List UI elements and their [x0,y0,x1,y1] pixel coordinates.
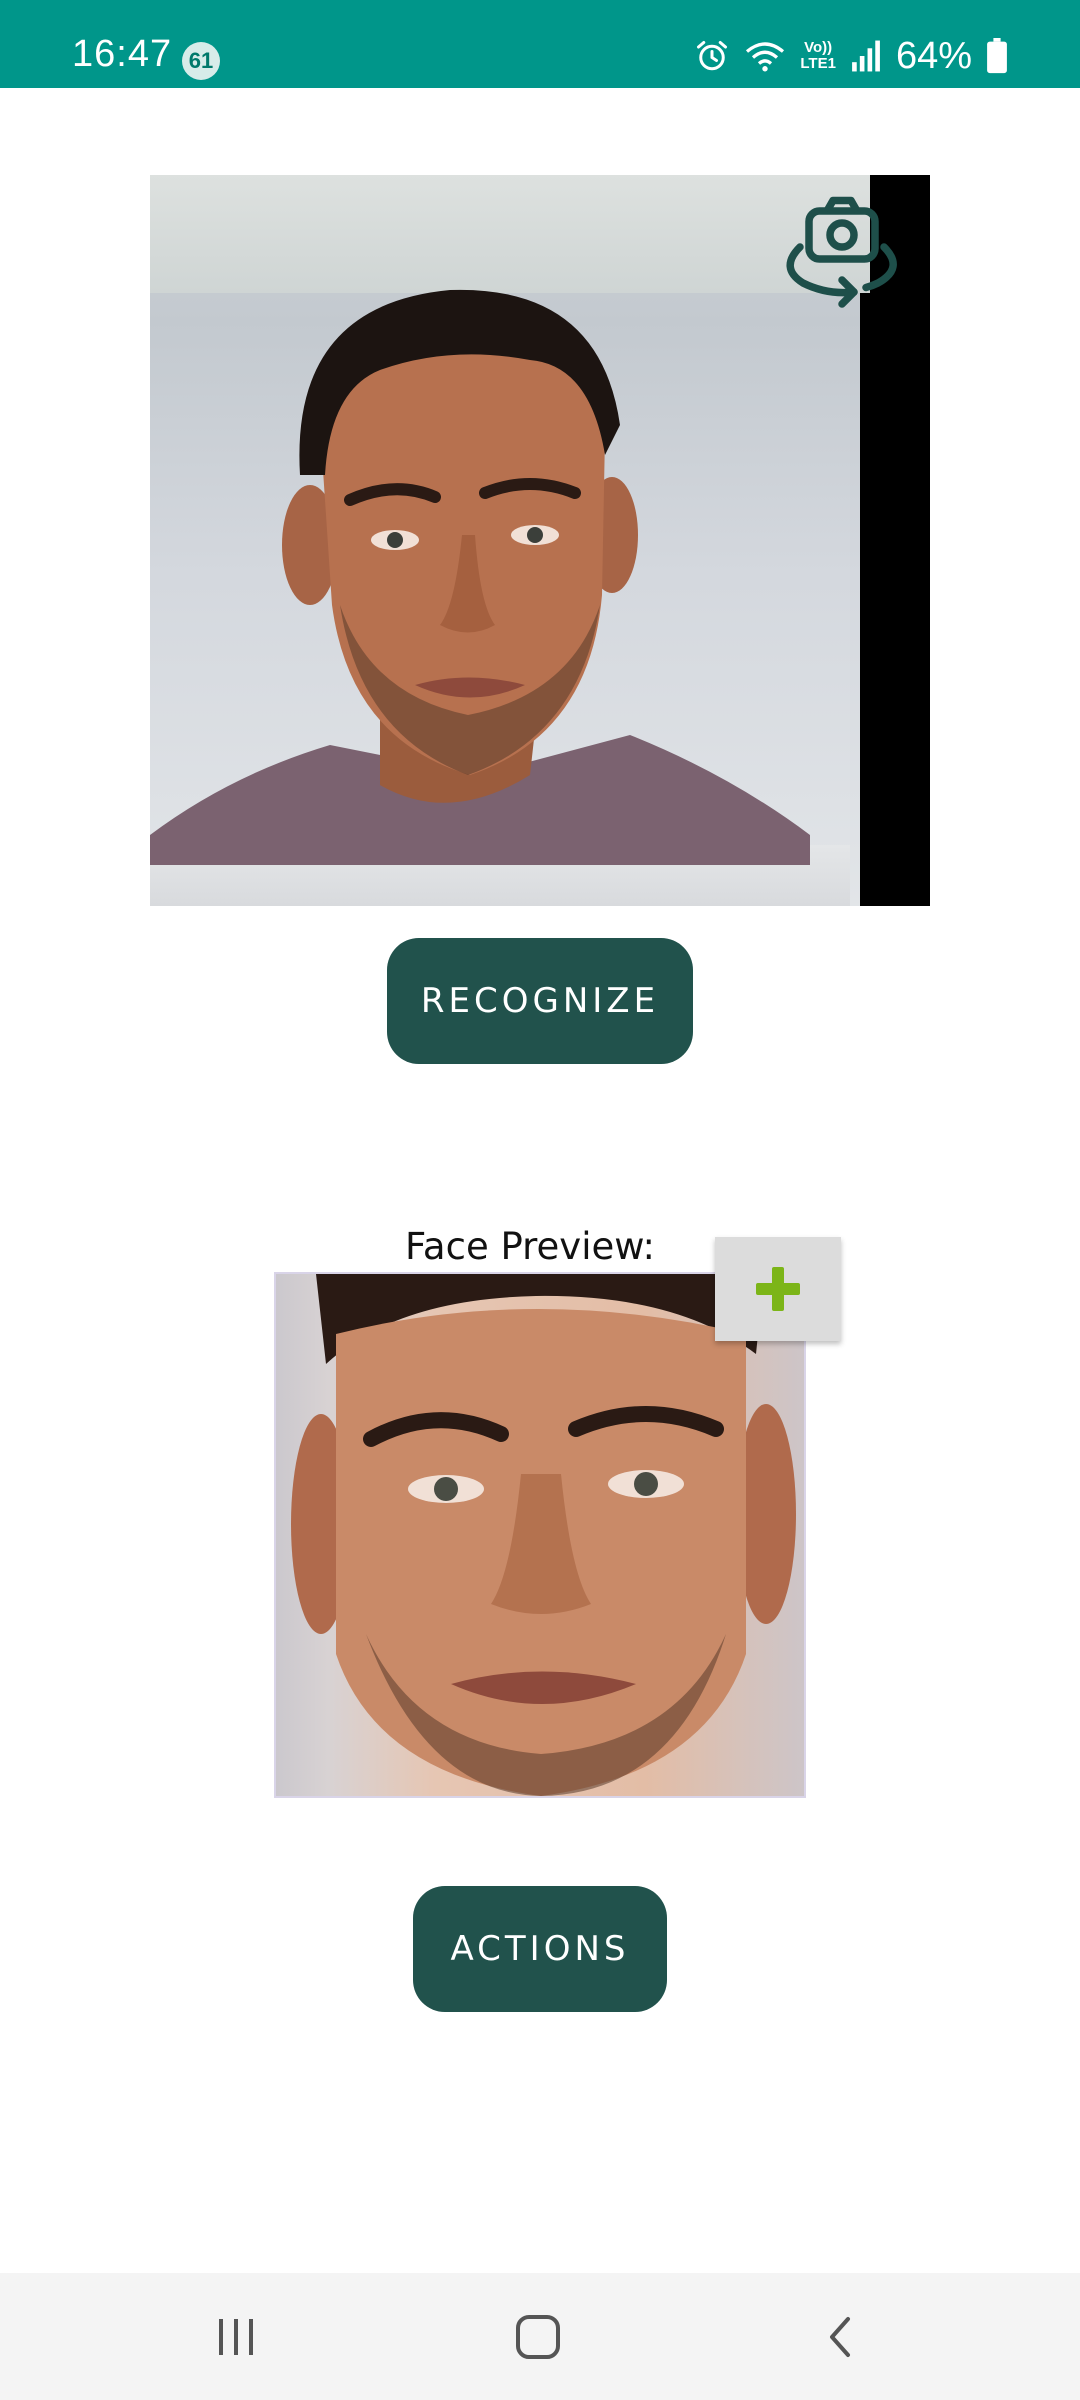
camera-frame-photo [150,175,870,906]
alarm-icon [694,38,730,74]
home-button[interactable] [468,2273,608,2400]
wifi-icon [744,38,786,74]
status-icons: Vo)) LTE1 64% [694,34,1008,78]
actions-button[interactable]: ACTIONS [413,1886,667,2012]
flip-camera-icon [786,196,897,308]
status-time: 16:47 [72,33,173,75]
switch-camera-button[interactable] [766,189,918,341]
battery-percent: 64% [895,35,972,77]
home-icon [516,2314,560,2359]
volte-label: Vo)) [804,39,833,56]
notification-count-badge: 61 [182,42,220,80]
battery-icon [986,38,1008,74]
camera-face-image [150,289,810,865]
app-screen: 16:47 61 Vo)) LTE1 64% RECOGNIZE Face Pr… [0,0,1080,2400]
recognize-button[interactable]: RECOGNIZE [387,938,693,1064]
back-button[interactable] [770,2273,910,2400]
volte-lte-indicator: Vo)) LTE1 [800,40,836,72]
camera-preview [150,175,930,906]
back-icon [830,2316,850,2357]
recents-icon [219,2318,253,2355]
lte-label: LTE1 [800,55,836,72]
add-face-button[interactable] [715,1237,841,1341]
face-preview-image [274,1272,806,1798]
face-crop-image [291,1274,796,1796]
signal-icon [850,39,882,73]
plus-icon [756,1267,800,1311]
navigation-bar [0,2273,1080,2400]
recents-button[interactable] [166,2273,306,2400]
status-bar: 16:47 61 Vo)) LTE1 64% [0,0,1080,88]
face-preview-label: Face Preview: [405,1225,655,1268]
